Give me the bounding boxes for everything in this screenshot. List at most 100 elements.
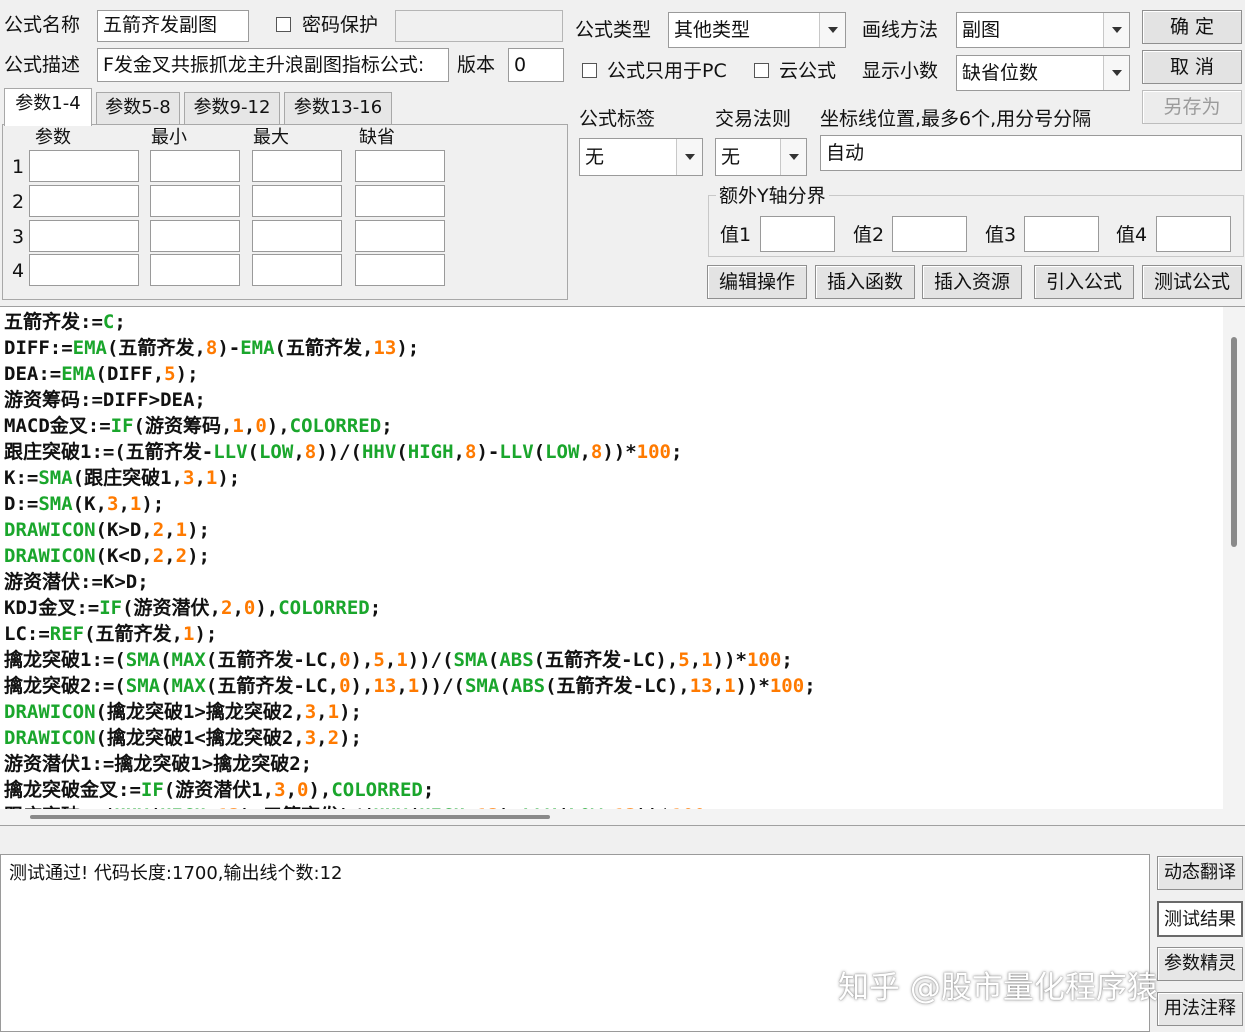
code-token: LOW: [545, 441, 580, 463]
code-line: 擒龙突破金叉:=IF(游资潜伏1,3,0),COLORRED;: [4, 777, 816, 803]
trade-rule-select[interactable]: 无: [715, 138, 807, 176]
code-text[interactable]: 五箭齐发:=C; DIFF:=EMA(五箭齐发,8)-EMA(五箭齐发,13); D…: [4, 309, 816, 825]
code-token: ,: [243, 415, 256, 437]
chevron-down-icon[interactable]: [1103, 56, 1129, 90]
code-token: (: [160, 675, 172, 697]
code-editor[interactable]: 五箭齐发:=C; DIFF:=EMA(五箭齐发,8)-EMA(五箭齐发,13); D…: [0, 306, 1245, 826]
param-1-max-input[interactable]: [252, 150, 342, 182]
code-token: KDJ金叉:=: [4, 597, 100, 619]
formula-tag-select[interactable]: 无: [579, 138, 703, 176]
insert-function-button[interactable]: 插入函数: [815, 265, 915, 299]
param-4-min-input[interactable]: [150, 254, 240, 286]
param-1-default-input[interactable]: [355, 150, 445, 182]
y-value-4-input[interactable]: [1156, 216, 1231, 252]
code-token: ,: [316, 727, 328, 749]
param-row-number: 2: [12, 191, 25, 213]
param-2-min-input[interactable]: [150, 185, 240, 217]
tab-params-13-16[interactable]: 参数13-16: [284, 92, 392, 124]
code-token: );: [175, 363, 199, 385]
chevron-down-icon[interactable]: [780, 139, 806, 175]
code-token: ))/(: [316, 441, 362, 463]
code-token: ,: [712, 675, 725, 697]
tab-params-1-4[interactable]: 参数1-4: [4, 88, 92, 126]
chevron-down-icon[interactable]: [819, 13, 845, 47]
cancel-button[interactable]: 取 消: [1142, 50, 1242, 84]
code-token: );: [217, 467, 241, 489]
param-4-name-input[interactable]: [29, 254, 139, 286]
param-3-max-input[interactable]: [252, 220, 342, 252]
code-token: ;: [114, 311, 126, 333]
param-2-max-input[interactable]: [252, 185, 342, 217]
y-value-2-input[interactable]: [892, 216, 967, 252]
formula-tag-value: 无: [585, 146, 605, 168]
ok-button[interactable]: 确 定: [1142, 10, 1242, 44]
code-line: 五箭齐发:=C;: [4, 309, 816, 335]
formula-type-select[interactable]: 其他类型: [668, 12, 846, 48]
axis-position-input[interactable]: 自动: [820, 135, 1242, 171]
param-3-min-input[interactable]: [150, 220, 240, 252]
code-token: 2: [152, 519, 165, 541]
code-token: 2: [327, 727, 340, 749]
code-token: COLORRED: [331, 779, 423, 801]
code-token: ),: [350, 675, 374, 697]
tab-params-9-12[interactable]: 参数9-12: [184, 92, 280, 124]
code-token: DRAWICON: [4, 545, 96, 567]
code-token: DRAWICON: [4, 727, 96, 749]
param-2-default-input[interactable]: [355, 185, 445, 217]
insert-resource-button[interactable]: 插入资源: [922, 265, 1022, 299]
param-wizard-button[interactable]: 参数精灵: [1157, 947, 1243, 981]
code-line: KDJ金叉:=IF(游资潜伏,2,0),COLORRED;: [4, 595, 816, 621]
vertical-scrollbar[interactable]: [1223, 307, 1245, 825]
vertical-scroll-thumb[interactable]: [1231, 337, 1237, 547]
draw-method-select[interactable]: 副图: [956, 12, 1130, 48]
decimals-select[interactable]: 缺省位数: [956, 55, 1130, 91]
dynamic-translate-button[interactable]: 动态翻译: [1157, 856, 1243, 890]
param-4-max-input[interactable]: [252, 254, 342, 286]
test-result-button[interactable]: 测试结果: [1157, 901, 1243, 937]
tab-params-5-8[interactable]: 参数5-8: [96, 92, 180, 124]
password-checkbox[interactable]: [276, 17, 291, 32]
y-value-1-input[interactable]: [760, 216, 835, 252]
password-input[interactable]: [395, 10, 563, 42]
param-2-name-input[interactable]: [29, 185, 139, 217]
formula-type-label: 公式类型: [575, 19, 652, 41]
pc-only-checkbox[interactable]: [582, 63, 597, 78]
version-input[interactable]: 0: [508, 48, 564, 82]
save-as-button[interactable]: 另存为: [1142, 90, 1242, 124]
edit-operation-button[interactable]: 编辑操作: [707, 265, 807, 299]
code-token: ABS: [499, 649, 534, 671]
horizontal-scroll-thumb[interactable]: [30, 815, 550, 819]
chevron-down-icon[interactable]: [676, 139, 702, 175]
chevron-down-icon[interactable]: [1103, 13, 1129, 47]
code-token: ,: [118, 493, 130, 515]
code-token: 1: [232, 415, 244, 437]
param-4-default-input[interactable]: [355, 254, 445, 286]
test-formula-button[interactable]: 测试公式: [1142, 265, 1242, 299]
usage-notes-button[interactable]: 用法注释: [1157, 992, 1243, 1026]
code-line: DIFF:=EMA(五箭齐发,8)-EMA(五箭齐发,13);: [4, 335, 816, 361]
watermark: 知乎 @股市量化程序猿: [838, 970, 1158, 1006]
code-token: 3: [304, 701, 317, 723]
code-token: 8: [304, 441, 317, 463]
param-3-default-input[interactable]: [355, 220, 445, 252]
code-token: 3: [182, 467, 195, 489]
code-token: );: [187, 545, 210, 567]
formula-name-label: 公式名称: [4, 14, 81, 36]
param-3-name-input[interactable]: [29, 220, 139, 252]
param-1-min-input[interactable]: [150, 150, 240, 182]
formula-name-input[interactable]: 五箭齐发副图: [97, 10, 249, 42]
code-line: 擒龙突破2:=(SMA(MAX(五箭齐发-LC,0),13,1))/(SMA(A…: [4, 673, 816, 699]
code-token: ,: [384, 649, 397, 671]
code-token: ,: [164, 519, 176, 541]
code-token: SMA: [453, 649, 488, 671]
formula-desc-input[interactable]: F发金叉共振抓龙主升浪副图指标公式:: [97, 48, 449, 82]
import-formula-button[interactable]: 引入公式: [1034, 265, 1134, 299]
param-1-name-input[interactable]: [29, 150, 139, 182]
y-value-3-label: 值3: [985, 224, 1017, 246]
horizontal-scrollbar[interactable]: [0, 809, 1223, 825]
cloud-checkbox[interactable]: [754, 63, 769, 78]
code-token: ))*: [735, 675, 770, 697]
y-value-3-input[interactable]: [1024, 216, 1099, 252]
code-token: (五箭齐发-LC,: [205, 675, 340, 697]
code-token: ;: [422, 779, 435, 801]
